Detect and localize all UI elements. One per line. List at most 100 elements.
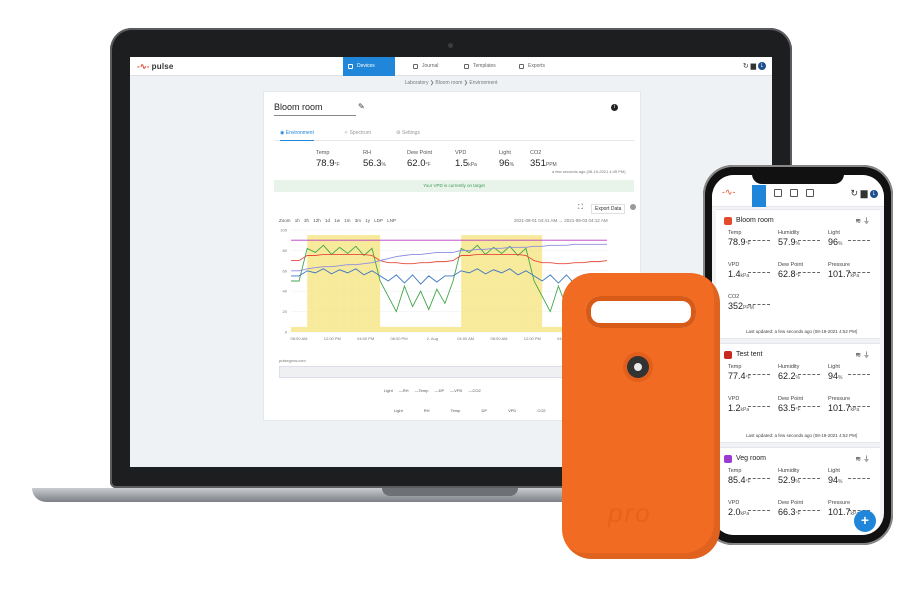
breadcrumb[interactable]: Laboratory ❯ Bloom room ❯ Environment (130, 80, 772, 86)
metric-value: 1.2kPa (728, 403, 749, 413)
metric-label: Temp (728, 468, 742, 474)
metric-label: RH (363, 150, 371, 156)
tab-devices[interactable]: Devices (343, 57, 395, 76)
metric-label: Dew Point (407, 150, 433, 156)
light-area-segment (307, 235, 316, 332)
sparkline (748, 272, 770, 273)
light-area-segment (453, 326, 462, 332)
sparkline (798, 272, 820, 273)
metric-value: 63.5°F (778, 403, 801, 413)
templates-icon[interactable] (790, 189, 798, 197)
metric-unit: °F (795, 273, 801, 279)
metric-value: 101.7kPa (828, 269, 859, 279)
metric-value: 62.0°F (407, 158, 431, 169)
tab-devices[interactable] (752, 185, 766, 207)
room-name: Veg room (736, 455, 766, 462)
export-data-button[interactable]: Export Data (591, 204, 626, 214)
app-logo[interactable]: -∿- pulse (137, 62, 174, 71)
exports-icon[interactable] (806, 189, 814, 197)
metric-unit: % (838, 241, 843, 247)
light-area-segment (509, 235, 518, 332)
tab-spectrum[interactable]: ✧ Spectrum (344, 130, 371, 136)
metric-value: 2.0kPa (728, 507, 749, 517)
metric-value: 352PPM (728, 301, 754, 311)
metric-unit: % (509, 162, 515, 168)
chat-icon[interactable]: ▆ (751, 63, 756, 70)
x-tick-label: 2. Aug (427, 336, 438, 341)
top-bar: -∿- pulse Devices Journal Templates Expor… (130, 57, 772, 76)
metric-number: 85.4 (728, 475, 746, 485)
phone-actions: ↻ ▆ L (851, 188, 878, 199)
chat-icon[interactable]: ▆ (861, 188, 868, 198)
device-button-light (634, 363, 642, 371)
avatar[interactable]: L (870, 189, 878, 198)
metric-number: 1.4 (728, 269, 741, 279)
metric-unit: PPM (743, 305, 754, 311)
pulse-logo-icon[interactable]: -∿- (722, 187, 736, 198)
x-tick-label: 04:00 PM (357, 336, 374, 341)
sparkline (848, 478, 870, 479)
pencil-icon[interactable]: ✎ (358, 102, 365, 111)
tab-templates[interactable]: Templates (459, 57, 517, 76)
metric-number: 351 (530, 158, 546, 169)
metric-unit: kPa (740, 511, 750, 517)
light-area-segment (355, 235, 364, 332)
room-card[interactable]: Test tent ≋ ⏚ Temp 77.4°F Humidity 62.2% Light… (716, 343, 880, 443)
metric-label: Humidity (778, 468, 800, 474)
info-icon[interactable]: i (611, 104, 618, 111)
metric-label: Temp (728, 230, 742, 236)
metric-value: 52.9% (778, 475, 800, 485)
light-area-segment (428, 326, 437, 332)
metric-label: Light (828, 230, 840, 236)
metric-number: 56.3 (363, 158, 382, 169)
light-area-segment (550, 326, 559, 332)
metric-label: CO2 (728, 294, 740, 300)
sparkline (798, 406, 820, 407)
add-device-button[interactable]: + (854, 510, 876, 532)
light-area-segment (331, 235, 340, 332)
metric-number: 62.0 (407, 158, 426, 169)
metric-number: 94 (828, 475, 839, 485)
light-area-segment (493, 235, 502, 332)
light-area-segment (339, 235, 348, 332)
journal-icon[interactable] (774, 189, 782, 197)
help-icon[interactable] (630, 204, 636, 210)
refresh-icon[interactable]: ↻ (851, 188, 859, 198)
metric-unit: °F (425, 162, 431, 168)
device-label: pro (608, 498, 652, 528)
metric-number: 2.0 (728, 507, 741, 517)
sparkline (848, 374, 870, 375)
metric-unit: % (795, 375, 800, 381)
metric-number: 78.9 (316, 158, 335, 169)
metric-unit: °F (795, 511, 801, 517)
room-title-input[interactable]: Bloom room (274, 102, 356, 116)
exports-icon (519, 64, 524, 69)
date-range[interactable]: 2021-08-01 04:41 AM → 2021-08-03 04:12 A… (514, 218, 608, 223)
metric-value: 96% (499, 158, 514, 169)
fullscreen-icon[interactable]: ⛶ (578, 204, 583, 212)
metric-number: 94 (828, 371, 839, 381)
refresh-icon[interactable]: ↻ (743, 63, 749, 70)
tab-settings[interactable]: ⚙ Settings (396, 130, 420, 136)
metric-number: 52.9 (778, 475, 796, 485)
zoom-controls[interactable]: Zoom 1h 3h 12h 1d 1w 1m 3m 1y LDP LNP (279, 218, 396, 223)
sparkline (798, 510, 820, 511)
chart-legend[interactable]: Light —RH —Temp —DP —VPD —CO2 (384, 388, 481, 393)
room-icon (724, 351, 732, 359)
vpd-status-banner: Your VPD is currently on target (274, 180, 634, 192)
avatar[interactable]: L (758, 62, 766, 71)
tab-environment[interactable]: ◉ Environment (280, 130, 314, 141)
metric-label: Pressure (828, 500, 851, 506)
metric-label: VPD (728, 262, 740, 268)
room-card[interactable]: Bloom room ≋ ⏚ Temp 78.9°F Humidity 57.9% Ligh… (716, 209, 880, 339)
metric-unit: % (838, 479, 843, 485)
metric-number: 101.7 (828, 403, 851, 413)
x-tick-label: 04:00 AM (457, 336, 474, 341)
metric-unit: % (838, 375, 843, 381)
phone-screen: -∿- ↻ ▆ L Bloom room ≋ ⏚ Temp 78.9°F Humidit… (712, 175, 884, 535)
tab-journal[interactable]: Journal (408, 57, 458, 76)
metric-number: 96 (828, 237, 839, 247)
light-area-segment (372, 235, 381, 332)
y-tick-label: 0 (285, 330, 288, 335)
tab-exports[interactable]: Exports (514, 57, 564, 76)
